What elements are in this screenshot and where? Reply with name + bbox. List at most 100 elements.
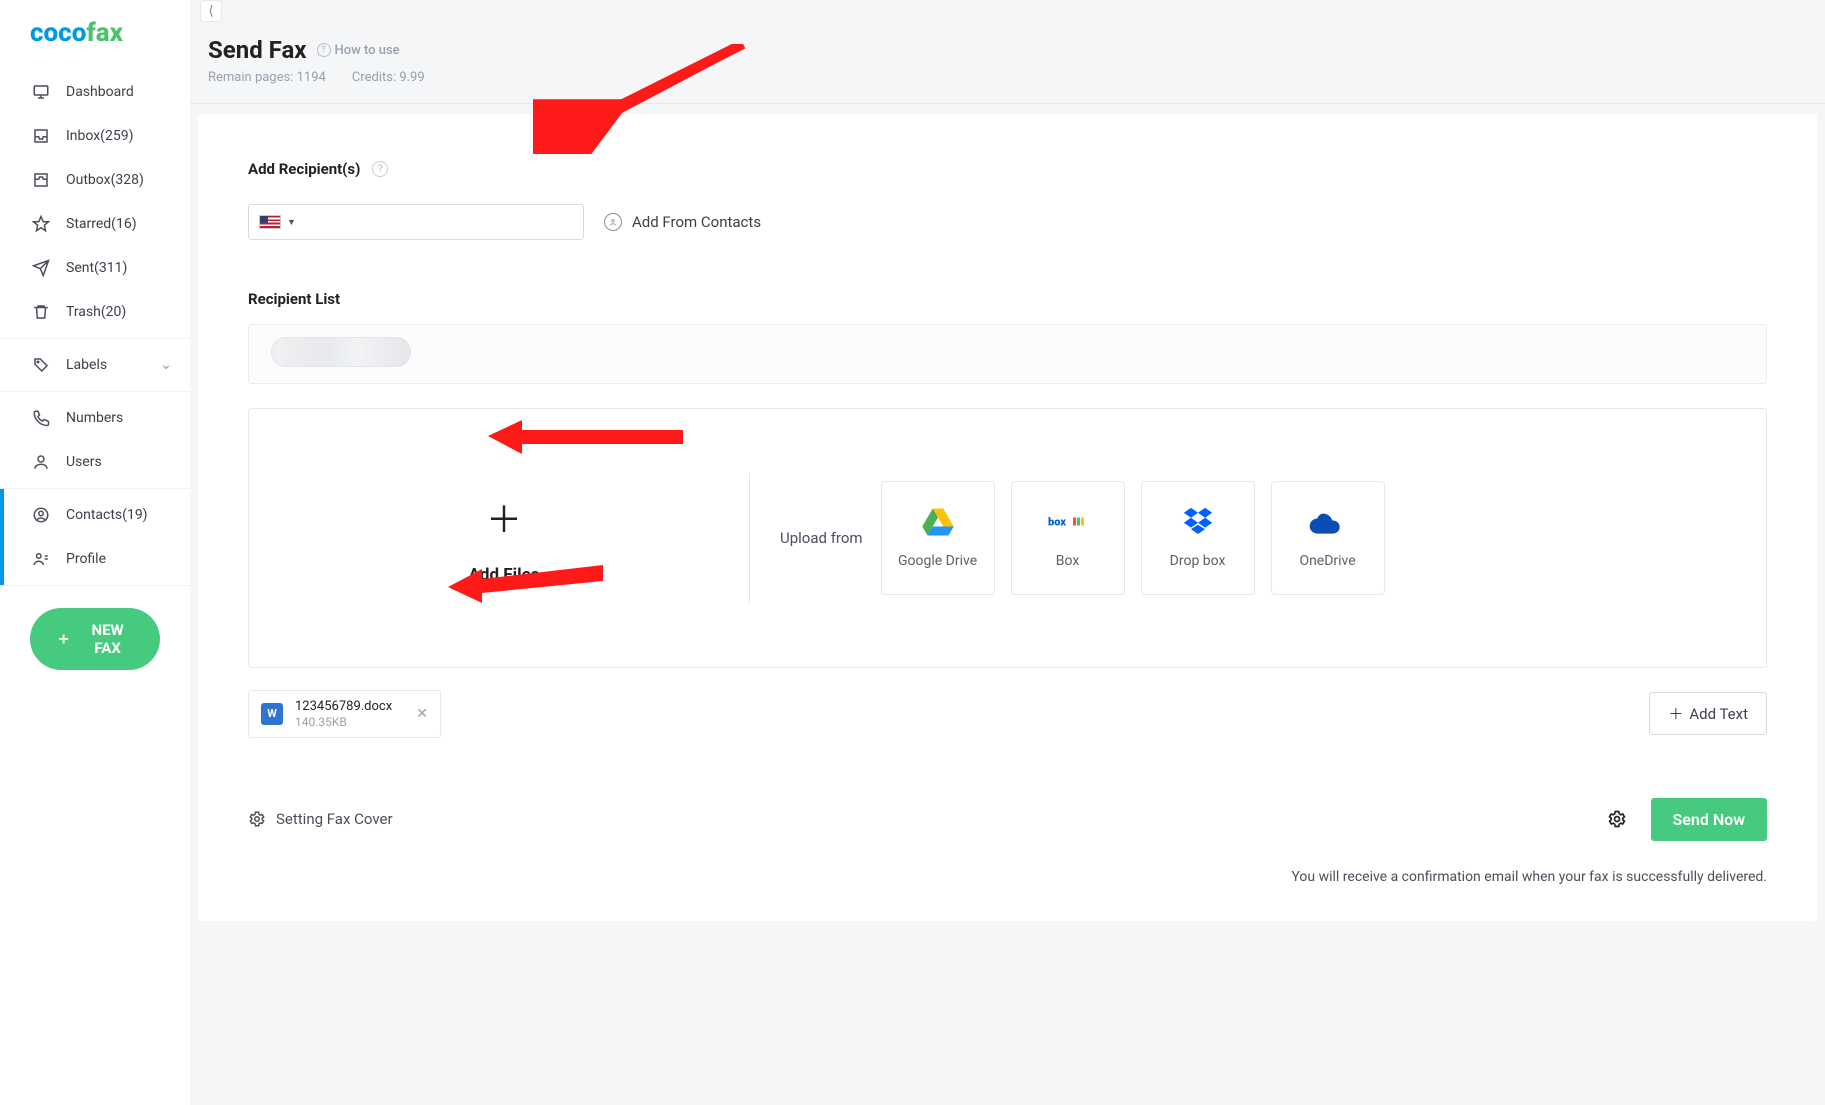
recipient-list-label: Recipient List [248,290,1767,308]
provider-dropbox[interactable]: Drop box [1141,481,1255,595]
remove-file-button[interactable]: ✕ [416,706,428,722]
page-title: Send Fax [208,36,307,64]
sidebar-label: Inbox(259) [66,128,133,144]
sidebar-label: Dashboard [66,84,134,100]
attached-file-chip[interactable]: W 123456789.docx 140.35KB ✕ [248,690,441,738]
chevron-down-icon: ⌄ [160,357,172,373]
add-files-button[interactable]: ＋ Add Files [289,491,719,585]
send-icon [32,259,50,277]
add-recipients-label: Add Recipient(s) ? [248,160,1767,178]
monitor-icon [32,83,50,101]
remain-pages-label: Remain pages: [208,70,293,85]
person-icon [604,213,622,231]
file-size: 140.35KB [295,715,392,729]
remain-pages: Remain pages: 1194 [208,70,326,85]
plus-icon [56,630,71,648]
provider-onedrive[interactable]: OneDrive [1271,481,1385,595]
sidebar-item-sent[interactable]: Sent(311) [0,246,190,290]
setting-fax-cover-button[interactable]: Setting Fax Cover [248,810,393,828]
vertical-divider [749,473,750,603]
sidebar-label: Starred(16) [66,216,137,232]
dropbox-icon [1178,507,1218,537]
outbox-icon [32,171,50,189]
how-to-use-link[interactable]: ? How to use [317,43,400,58]
sidebar-label: Users [66,454,102,470]
sidebar-item-dashboard[interactable]: Dashboard [0,70,190,114]
box-icon: box [1048,507,1088,537]
plus-icon: ＋ [1668,703,1683,724]
sidebar-item-starred[interactable]: Starred(16) [0,202,190,246]
remain-pages-value: 1194 [297,70,326,85]
provider-label: Google Drive [898,553,977,569]
add-from-contacts-label: Add From Contacts [632,213,761,231]
profile-icon [32,550,50,568]
credits-label: Credits: [352,70,396,85]
sidebar-item-labels[interactable]: Labels ⌄ [0,343,190,387]
phone-icon [32,409,50,427]
sidebar-item-outbox[interactable]: Outbox(328) [0,158,190,202]
sidebar-item-profile[interactable]: Profile [0,537,190,581]
add-text-label: Add Text [1689,705,1748,723]
sidebar-label: Labels [66,357,107,373]
provider-box[interactable]: box Box [1011,481,1125,595]
help-icon: ? [372,161,388,177]
sidebar: cocofax Dashboard Inbox(259) Outbox(328)… [0,0,190,1105]
provider-label: Drop box [1170,553,1226,569]
inbox-icon [32,127,50,145]
recipient-chip-redacted[interactable] [271,337,411,367]
sidebar-label: Outbox(328) [66,172,144,188]
add-files-label: Add Files [468,565,539,585]
credits-value: 9.99 [399,70,424,85]
recipient-list [248,324,1767,384]
add-recipients-text: Add Recipient(s) [248,160,360,178]
setting-cover-label: Setting Fax Cover [276,810,393,828]
new-fax-label: NEW FAX [81,621,134,657]
trash-icon [32,303,50,321]
sidebar-item-users[interactable]: Users [0,440,190,484]
doc-type-icon: W [261,703,283,725]
add-text-button[interactable]: ＋ Add Text [1649,692,1767,735]
provider-label: Box [1056,553,1080,569]
tag-icon [32,356,50,374]
send-now-button[interactable]: Send Now [1651,798,1767,841]
help-icon: ? [317,43,331,57]
main: ⟨ Send Fax ? How to use Remain pages: 11… [190,0,1825,1105]
send-fax-panel: Add Recipient(s) ? ▼ Add From Contacts R… [198,114,1817,921]
sidebar-label: Contacts(19) [66,507,148,523]
provider-label: OneDrive [1299,553,1355,569]
flag-us-icon [259,215,281,229]
provider-google-drive[interactable]: Google Drive [881,481,995,595]
sidebar-item-numbers[interactable]: Numbers [0,396,190,440]
new-fax-button[interactable]: NEW FAX [30,608,160,670]
how-to-use-label: How to use [335,43,400,58]
onedrive-icon [1308,507,1348,537]
google-drive-icon [918,507,958,537]
sidebar-collapse-button[interactable]: ⟨ [200,0,222,22]
logo-part2: fax [86,18,123,48]
upload-box: ＋ Add Files Upload from Google Drive box [248,408,1767,668]
gear-icon [248,810,266,828]
sidebar-label: Sent(311) [66,260,127,276]
confirmation-note: You will receive a confirmation email wh… [248,869,1767,885]
svg-text:box: box [1048,516,1066,529]
settings-button[interactable] [1607,809,1627,829]
sidebar-label: Trash(20) [66,304,126,320]
contacts-icon [32,506,50,524]
country-dropdown-caret-icon[interactable]: ▼ [287,217,296,228]
upload-from-label: Upload from [780,529,863,547]
file-name: 123456789.docx [295,699,392,715]
plus-icon: ＋ [486,491,522,543]
add-from-contacts-button[interactable]: Add From Contacts [604,213,761,231]
sidebar-label: Profile [66,551,106,567]
recipient-input[interactable] [302,214,573,230]
logo-part1: coco [30,18,86,48]
sidebar-item-contacts[interactable]: Contacts(19) [0,493,190,537]
star-icon [32,215,50,233]
sidebar-label: Numbers [66,410,123,426]
credits: Credits: 9.99 [352,70,425,85]
sidebar-item-inbox[interactable]: Inbox(259) [0,114,190,158]
chevron-left-icon: ⟨ [208,4,213,19]
user-icon [32,453,50,471]
sidebar-item-trash[interactable]: Trash(20) [0,290,190,334]
recipient-input-wrapper[interactable]: ▼ [248,204,584,240]
